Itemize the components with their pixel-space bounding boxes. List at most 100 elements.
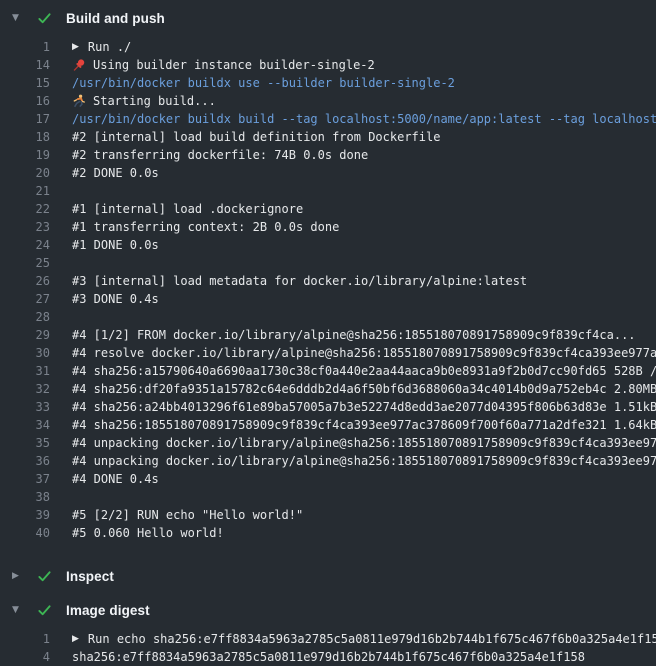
- log-text-value: #2 DONE 0.0s: [72, 166, 159, 180]
- log-line: 1 ▶Run echo sha256:e7ff8834a5963a2785c5a0…: [0, 630, 656, 648]
- line-number[interactable]: 21: [0, 184, 50, 198]
- log-line: 38: [0, 488, 656, 506]
- log-text: sha256:e7ff8834a5963a2785c5a0811e979d16b…: [72, 650, 585, 664]
- log-text-value: #4 sha256:a24bb4013296f61e89ba57005a7b3e…: [72, 400, 656, 414]
- line-number[interactable]: 25: [0, 256, 50, 270]
- line-number[interactable]: 19: [0, 148, 50, 162]
- line-number[interactable]: 24: [0, 238, 50, 252]
- log-line: 31#4 sha256:a15790640a6690aa1730c38cf0a4…: [0, 362, 656, 380]
- line-number[interactable]: 28: [0, 310, 50, 324]
- log-text: #5 [2/2] RUN echo "Hello world!": [72, 508, 303, 522]
- log-line: 35 #4 unpacking docker.io/library/alpine@…: [0, 434, 656, 452]
- log-text-value: #3 [internal] load metadata for docker.i…: [72, 274, 527, 288]
- log-text: #4 unpacking docker.io/library/alpine@sh…: [72, 454, 656, 468]
- log-line: 40 #5 0.060 Hello world!: [0, 524, 656, 542]
- log-text: Using builder instance builder-single-2: [72, 58, 375, 72]
- line-number[interactable]: 33: [0, 400, 50, 414]
- log-text: #3 DONE 0.4s: [72, 292, 159, 306]
- line-number[interactable]: 26: [0, 274, 50, 288]
- line-number[interactable]: 16: [0, 94, 50, 108]
- log-text-value: #5 [2/2] RUN echo "Hello world!": [72, 508, 303, 522]
- log-text-value: #4 unpacking docker.io/library/alpine@sh…: [72, 436, 656, 450]
- line-number[interactable]: 14: [0, 58, 50, 72]
- log-line: 17/usr/bin/docker buildx build --tag loc…: [0, 110, 656, 128]
- log-text: /usr/bin/docker buildx build --tag local…: [72, 112, 656, 126]
- line-number[interactable]: 31: [0, 364, 50, 378]
- chevron-right-icon[interactable]: ▶: [9, 571, 34, 581]
- line-number[interactable]: 22: [0, 202, 50, 216]
- log-text-value: #3 DONE 0.4s: [72, 292, 159, 306]
- line-number[interactable]: 17: [0, 112, 50, 126]
- log-line: 23 #1 transferring context: 2B 0.0s done: [0, 218, 656, 236]
- log-line: 24 #1 DONE 0.0s: [0, 236, 656, 254]
- log-line: 25: [0, 254, 656, 272]
- success-check-icon: [36, 568, 53, 585]
- line-number[interactable]: 32: [0, 382, 50, 396]
- log-text: #2 [internal] load build definition from…: [72, 130, 440, 144]
- log-text-value: Starting build...: [93, 94, 216, 108]
- log-line: 33 #4 sha256:a24bb4013296f61e89ba57005a7b…: [0, 398, 656, 416]
- log-text: /usr/bin/docker buildx use --builder bui…: [72, 76, 455, 90]
- log-text: ▶Run ./: [72, 40, 131, 54]
- log-text: ▶Run echo sha256:e7ff8834a5963a2785c5a08…: [72, 632, 656, 646]
- log-line: 28: [0, 308, 656, 326]
- log-line: 4 sha256:e7ff8834a5963a2785c5a0811e979d16…: [0, 648, 656, 666]
- chevron-down-icon[interactable]: ▼: [9, 605, 34, 615]
- line-number[interactable]: 18: [0, 130, 50, 144]
- log-text: #4 DONE 0.4s: [72, 472, 159, 486]
- line-number[interactable]: 30: [0, 346, 50, 360]
- log-line: 18 #2 [internal] load build definition fr…: [0, 128, 656, 146]
- log-text-value: #1 DONE 0.0s: [72, 238, 159, 252]
- section-build-and-push: ▼ Build and push 1 ▶Run ./ 14 Using builde…: [0, 4, 656, 552]
- log-text: #1 DONE 0.0s: [72, 238, 159, 252]
- log-text-value: #1 [internal] load .dockerignore: [72, 202, 303, 216]
- log-line: 14 Using builder instance builder-single…: [0, 56, 656, 74]
- runner-icon: [72, 94, 86, 108]
- line-number[interactable]: 20: [0, 166, 50, 180]
- line-number[interactable]: 15: [0, 76, 50, 90]
- line-number[interactable]: 1: [0, 632, 50, 646]
- line-number[interactable]: 39: [0, 508, 50, 522]
- line-number[interactable]: 36: [0, 454, 50, 468]
- section-header-build-and-push[interactable]: ▼ Build and push: [0, 4, 656, 32]
- log-text: #4 sha256:a24bb4013296f61e89ba57005a7b3e…: [72, 400, 656, 414]
- log-line: 27 #3 DONE 0.4s: [0, 290, 656, 308]
- log-text-value: #4 sha256:185518070891758909c9f839cf4ca3…: [72, 418, 656, 432]
- expand-arrow-icon[interactable]: ▶: [72, 42, 79, 52]
- log-text-value: #4 unpacking docker.io/library/alpine@sh…: [72, 454, 656, 468]
- line-number[interactable]: 40: [0, 526, 50, 540]
- section-title: Inspect: [66, 569, 114, 584]
- success-check-icon: [36, 10, 53, 27]
- log-text: #1 transferring context: 2B 0.0s done: [72, 220, 339, 234]
- section-header-inspect[interactable]: ▶ Inspect: [0, 562, 656, 590]
- log-text: #4 resolve docker.io/library/alpine@sha2…: [72, 346, 656, 360]
- log-text: #5 0.060 Hello world!: [72, 526, 224, 540]
- log-line: 30 #4 resolve docker.io/library/alpine@sh…: [0, 344, 656, 362]
- line-number[interactable]: 4: [0, 650, 50, 664]
- line-number[interactable]: 1: [0, 40, 50, 54]
- line-number[interactable]: 37: [0, 472, 50, 486]
- log-text-value: #2 [internal] load build definition from…: [72, 130, 440, 144]
- log-text: #4 sha256:185518070891758909c9f839cf4ca3…: [72, 418, 656, 432]
- line-number[interactable]: 38: [0, 490, 50, 504]
- line-number[interactable]: 34: [0, 418, 50, 432]
- log-text-value: #2 transferring dockerfile: 74B 0.0s don…: [72, 148, 368, 162]
- expand-arrow-icon[interactable]: ▶: [72, 634, 79, 644]
- section-header-image-digest[interactable]: ▼ Image digest: [0, 596, 656, 624]
- log-line: 19 #2 transferring dockerfile: 74B 0.0s d…: [0, 146, 656, 164]
- log-text: #2 transferring dockerfile: 74B 0.0s don…: [72, 148, 368, 162]
- log-body-build-and-push: 1 ▶Run ./ 14 Using builder instance builde…: [0, 38, 656, 542]
- log-line: 32#4 sha256:df20fa9351a15782c64e6dddb2d4…: [0, 380, 656, 398]
- section-title: Build and push: [66, 11, 165, 26]
- line-number[interactable]: 23: [0, 220, 50, 234]
- log-body-image-digest: 1 ▶Run echo sha256:e7ff8834a5963a2785c5a0…: [0, 630, 656, 666]
- log-line: 21: [0, 182, 656, 200]
- log-line: 1 ▶Run ./: [0, 38, 656, 56]
- line-number[interactable]: 35: [0, 436, 50, 450]
- chevron-down-icon[interactable]: ▼: [9, 13, 34, 23]
- line-number[interactable]: 27: [0, 292, 50, 306]
- pushpin-icon: [72, 58, 86, 72]
- log-text: #3 [internal] load metadata for docker.i…: [72, 274, 527, 288]
- log-text-value: /usr/bin/docker buildx use --builder bui…: [72, 76, 455, 90]
- line-number[interactable]: 29: [0, 328, 50, 342]
